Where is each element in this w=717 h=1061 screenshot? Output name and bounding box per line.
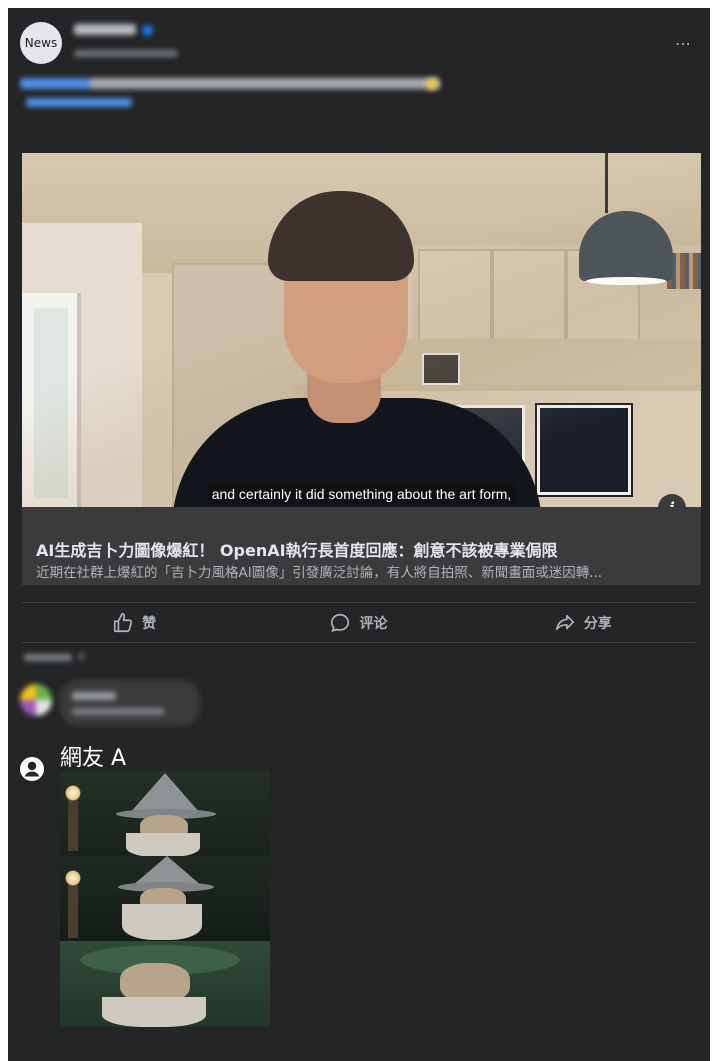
subtitle-text: and certainly it did something about the… <box>207 484 516 504</box>
gandalf-meme-image[interactable] <box>60 771 270 1027</box>
page-name-blurred[interactable] <box>74 24 136 35</box>
meme-panel <box>60 941 270 1027</box>
torch <box>68 878 78 938</box>
divider <box>22 602 695 603</box>
meme-panel <box>60 771 270 856</box>
lamp-light <box>586 277 666 285</box>
thumbs-up-icon <box>114 613 133 633</box>
wizard-beard <box>126 833 200 856</box>
comment-sort-blurred[interactable] <box>24 654 72 661</box>
page-avatar-label: News <box>24 36 58 50</box>
video-subtitle: and certainly it did something about the… <box>22 484 701 504</box>
comment-bubble-blurred <box>60 680 200 726</box>
comment-icon <box>331 613 350 633</box>
emoji-icon <box>426 78 438 90</box>
share-label: 分享 <box>583 616 612 632</box>
facebook-post-card: News ⋯ and certainly it did something ab… <box>8 8 710 1061</box>
share-icon <box>555 614 574 631</box>
post-text-blurred <box>20 78 440 89</box>
comment-button[interactable]: 评论 <box>246 604 470 642</box>
post-timestamp-blurred[interactable] <box>74 50 178 57</box>
chevron-down-icon[interactable]: ▼ <box>78 653 85 663</box>
meme-panel <box>60 856 270 941</box>
page-avatar[interactable]: News <box>20 22 62 64</box>
wizard-beard <box>102 997 206 1027</box>
post-actions: 赞 评论 分享 <box>22 604 695 642</box>
torch-flame <box>65 785 81 801</box>
link-description: 近期在社群上爆紅的「吉卜力風格AI圖像」引發廣泛討論，有人將自拍照、新聞畫面或迷… <box>36 565 603 581</box>
commenter-name-blurred <box>72 692 116 700</box>
share-button[interactable]: 分享 <box>471 604 695 642</box>
post-link-blurred[interactable] <box>26 98 132 107</box>
wizard-beard <box>122 904 202 940</box>
like-button[interactable]: 赞 <box>22 604 246 642</box>
video-thumbnail[interactable]: and certainly it did something about the… <box>22 153 701 507</box>
link-preview[interactable]: AI生成吉卜力圖像爆紅！ OpenAI執行長首度回應：創意不該被專業侷限 近期在… <box>22 507 701 585</box>
torch-flame <box>65 870 81 886</box>
link-title[interactable]: AI生成吉卜力圖像爆紅！ OpenAI執行長首度回應：創意不該被專業侷限 <box>36 537 558 561</box>
lamp-cord <box>605 153 608 213</box>
commenter-avatar[interactable] <box>20 684 52 716</box>
wizard-hat <box>130 773 200 813</box>
more-options-icon[interactable]: ⋯ <box>675 34 692 53</box>
reply-user-name[interactable]: 網友 A <box>60 740 126 772</box>
verified-badge-icon <box>142 25 153 36</box>
divider <box>22 642 695 643</box>
user-avatar-icon[interactable] <box>20 757 44 781</box>
comment-label: 评论 <box>359 616 388 632</box>
like-label: 赞 <box>142 616 157 632</box>
comment-text-blurred <box>72 708 164 715</box>
